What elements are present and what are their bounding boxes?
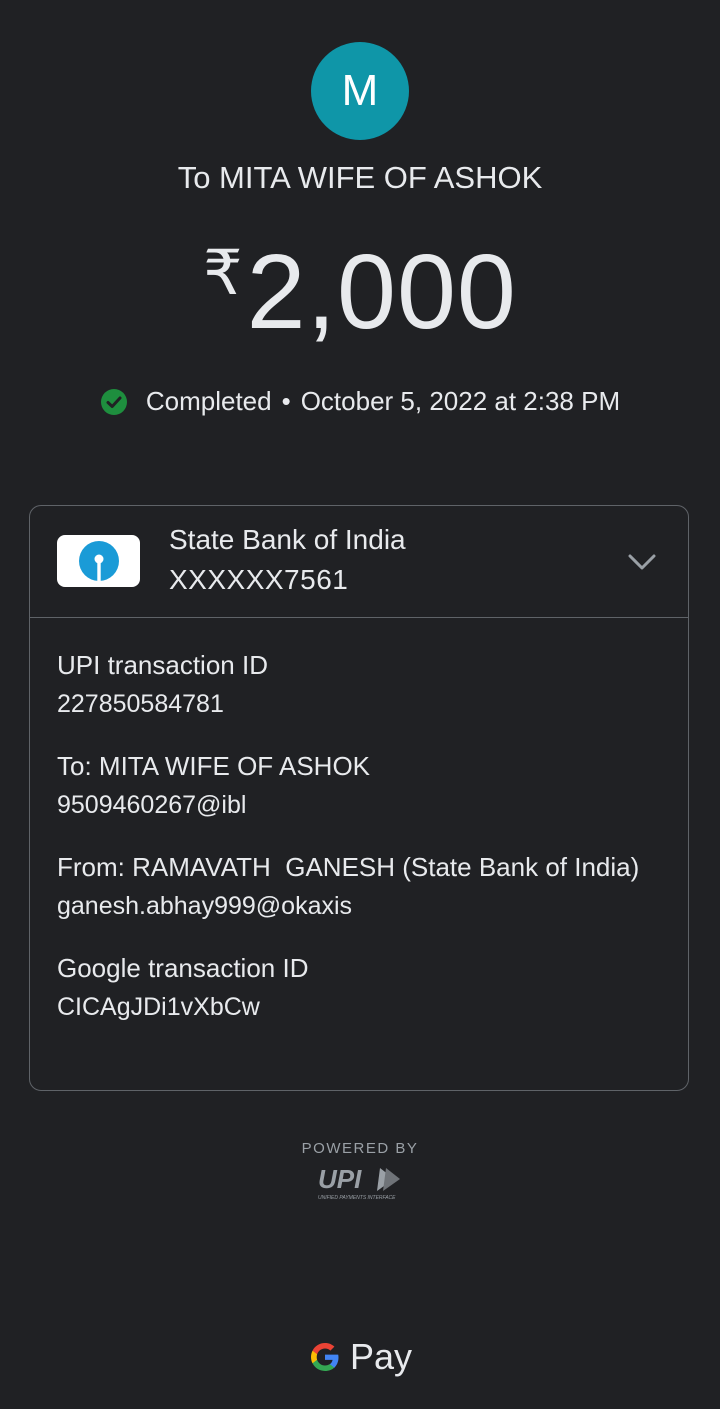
sbi-logo-icon	[57, 535, 140, 587]
detail-value[interactable]: 9509460267@ibl	[57, 787, 661, 823]
transaction-datetime: October 5, 2022 at 2:38 PM	[300, 386, 621, 416]
details-list: UPI transaction ID 227850584781 To: MITA…	[30, 618, 688, 1025]
upi-logo-subtext: UNIFIED PAYMENTS INTERFACE	[318, 1195, 396, 1201]
transaction-details-card: State Bank of India XXXXXX7561 UPI trans…	[29, 505, 689, 1091]
recipient-title: To MITA WIFE OF ASHOK	[177, 160, 543, 195]
status-text: Completed	[145, 386, 272, 416]
bank-name: State Bank of India	[169, 524, 406, 555]
upi-logo-icon: UPI UNIFIED PAYMENTS INTERFACE	[318, 1164, 400, 1201]
gpay-label: Pay	[349, 1336, 413, 1377]
detail-google-transaction-id: Google transaction ID CICAgJDi1vXbCw	[57, 951, 661, 1025]
bank-account-number: XXXXXX7561	[169, 564, 349, 595]
chevron-down-icon[interactable]	[626, 546, 658, 578]
check-circle-icon	[100, 388, 127, 415]
avatar-initial: M	[341, 66, 379, 115]
currency-symbol: ₹	[203, 239, 243, 308]
detail-label: From: RAMAVATH GANESH (State Bank of Ind…	[57, 852, 640, 882]
google-pay-logo: Pay	[0, 1336, 720, 1378]
detail-label: To: MITA WIFE OF ASHOK	[57, 751, 371, 781]
detail-to: To: MITA WIFE OF ASHOK 9509460267@ibl	[57, 749, 661, 823]
amount-value: 2,000	[246, 233, 517, 351]
bank-account-row[interactable]: State Bank of India XXXXXX7561	[30, 506, 688, 618]
detail-from: From: RAMAVATH GANESH (State Bank of Ind…	[57, 850, 661, 924]
recipient-avatar: M	[311, 42, 409, 140]
separator-dot: •	[281, 386, 291, 416]
powered-by-label: POWERED BY	[301, 1140, 419, 1157]
detail-value[interactable]: 227850584781	[57, 686, 661, 722]
detail-value[interactable]: ganesh.abhay999@okaxis	[57, 888, 661, 924]
detail-label: Google transaction ID	[57, 953, 309, 983]
status-row: Completed • October 5, 2022 at 2:38 PM	[0, 386, 720, 417]
detail-upi-transaction-id: UPI transaction ID 227850584781	[57, 648, 661, 722]
payment-amount: ₹2,000	[0, 232, 720, 353]
detail-value[interactable]: CICAgJDi1vXbCw	[57, 989, 661, 1025]
google-g-icon	[310, 1343, 339, 1371]
upi-logo-text: UPI	[318, 1164, 362, 1194]
detail-label: UPI transaction ID	[57, 650, 268, 680]
